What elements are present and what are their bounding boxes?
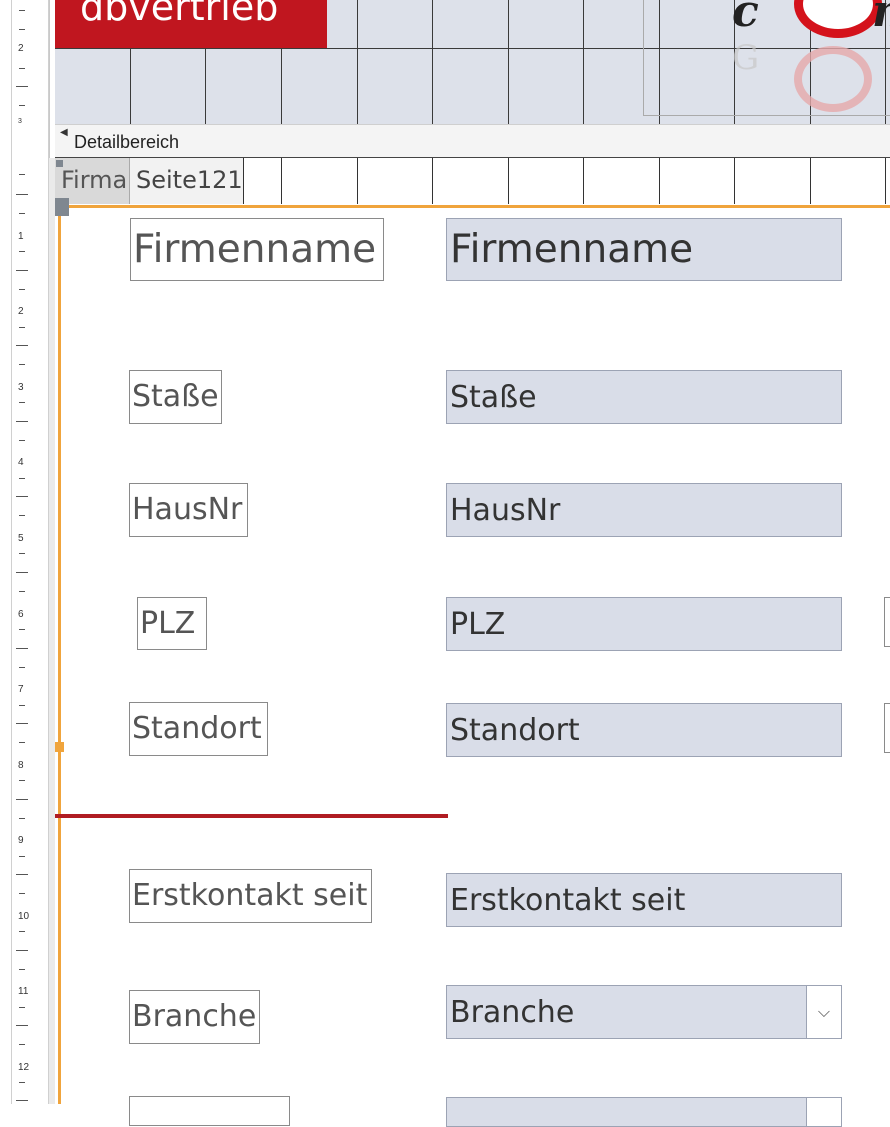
vertical-ruler: 2 3 1 2 3 4 5 6 7 8 9 10 11 12	[0, 0, 50, 1104]
selector-gutter	[49, 158, 55, 1104]
detail-section-title: Detailbereich	[74, 132, 180, 152]
logo-ring-icon	[794, 0, 882, 38]
detail-section-bar[interactable]	[55, 124, 890, 158]
ruler-number: 2	[18, 43, 24, 54]
field-plz[interactable]: PLZ	[446, 597, 842, 651]
logo-letter: c	[732, 0, 759, 37]
ruler-number: 7	[18, 684, 24, 695]
chevron-down-icon[interactable]: ⌵	[806, 986, 841, 1038]
ruler-number: 3	[18, 382, 24, 393]
tab-control-left-border	[58, 208, 61, 1104]
ruler-number: 3	[18, 118, 22, 125]
field-erstkontakt[interactable]: Erstkontakt seit	[446, 873, 842, 927]
section-selector-marker[interactable]	[56, 160, 63, 167]
logo-letter: n	[872, 0, 890, 37]
ruler-number: 12	[18, 1062, 30, 1073]
ruler-number: 10	[18, 911, 30, 922]
label-erstkontakt[interactable]: Erstkontakt seit	[129, 869, 372, 923]
field-standort[interactable]: Standort	[446, 703, 842, 757]
section-divider-line[interactable]	[55, 814, 448, 818]
field-strasse[interactable]: Staße	[446, 370, 842, 424]
ruler-number: 2	[18, 306, 24, 317]
ruler-number: 5	[18, 533, 24, 544]
tab-control-move-handle[interactable]	[55, 198, 69, 216]
logo-reflection-ring-icon	[794, 46, 872, 112]
tab-control-resize-handle[interactable]	[55, 742, 64, 752]
field-partial[interactable]	[446, 1097, 842, 1127]
logo-reflection: G	[732, 38, 760, 78]
ruler-number: 6	[18, 609, 24, 620]
company-logo[interactable]: c n G	[643, 0, 890, 116]
label-partial[interactable]	[129, 1096, 290, 1126]
tab-control-top-border	[55, 205, 890, 208]
field-hausnr[interactable]: HausNr	[446, 483, 842, 537]
combo-branche[interactable]: Branche ⌵	[446, 985, 842, 1039]
collapse-arrow-icon[interactable]: ◀	[60, 127, 68, 138]
ruler-number: 1	[18, 231, 24, 242]
ruler-number: 8	[18, 760, 24, 771]
label-hausnr[interactable]: HausNr	[129, 483, 248, 537]
label-branche[interactable]: Branche	[129, 990, 260, 1044]
brand-title-label[interactable]: dbvertrieb	[55, 0, 327, 48]
ruler-number: 9	[18, 835, 24, 846]
field-firmenname[interactable]: Firmenname	[446, 218, 842, 281]
combo-branche-value: Branche	[450, 994, 575, 1030]
label-strasse[interactable]: Staße	[129, 370, 222, 424]
ruler-number: 11	[18, 986, 29, 997]
label-plz[interactable]: PLZ	[137, 597, 207, 650]
chevron-down-icon[interactable]	[806, 1098, 841, 1126]
ruler-number: 4	[18, 457, 24, 468]
partial-control-edge[interactable]	[884, 597, 890, 647]
label-standort[interactable]: Standort	[129, 702, 268, 756]
label-firmenname[interactable]: Firmenname	[130, 218, 384, 281]
tab-seite121[interactable]: Seite121	[130, 158, 244, 204]
partial-control-edge[interactable]	[884, 703, 890, 753]
